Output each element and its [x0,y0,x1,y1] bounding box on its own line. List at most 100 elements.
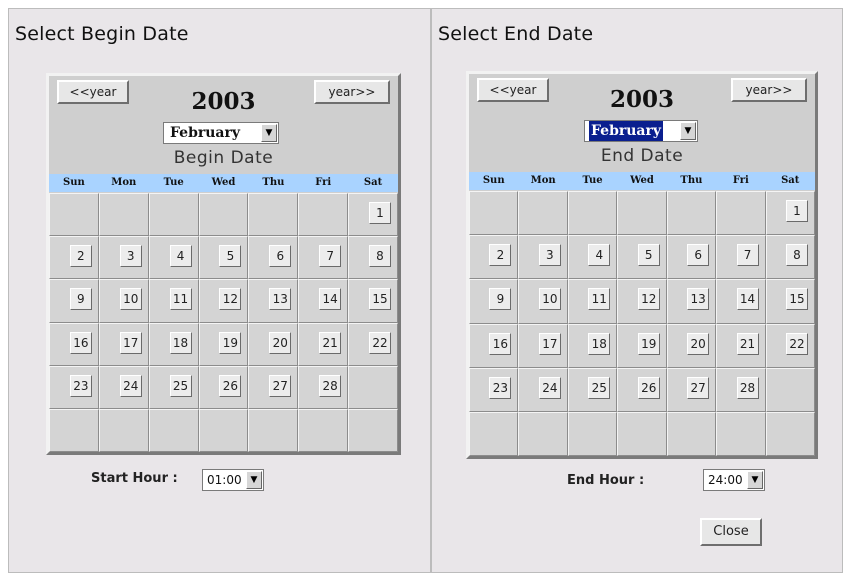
day-cell [348,365,398,409]
day-button[interactable]: 22 [785,332,808,355]
day-button[interactable]: 7 [736,244,759,267]
day-cell: 28 [298,365,349,409]
day-cell: 27 [666,367,717,412]
start-hour-select[interactable]: 01:00 ▼ [202,469,264,491]
chevron-down-icon[interactable]: ▼ [246,471,262,489]
end-month-value: February [589,121,664,141]
day-button[interactable]: 26 [219,374,242,397]
close-button[interactable]: Close [700,518,762,546]
day-button[interactable]: 19 [219,331,242,354]
day-cell [248,408,299,452]
day-button[interactable]: 24 [538,376,561,399]
day-button[interactable]: 27 [687,376,710,399]
day-button[interactable]: 9 [489,288,512,311]
chevron-down-icon[interactable]: ▼ [261,124,277,142]
day-cell: 5 [198,236,249,280]
day-cell: 22 [348,322,398,366]
day-cell: 25 [567,367,618,412]
day-button[interactable]: 25 [588,376,611,399]
day-button[interactable]: 2 [489,244,512,267]
day-button[interactable]: 14 [319,288,342,311]
day-button[interactable]: 21 [319,331,342,354]
chevron-down-icon[interactable]: ▼ [680,122,696,140]
day-button[interactable]: 17 [538,332,561,355]
day-cell: 9 [49,279,99,323]
day-button[interactable]: 21 [736,332,759,355]
day-button[interactable]: 19 [637,332,660,355]
end-day-grid: 1 2 3 4 5 6 7 8 9 10 11 12 13 14 15 16 17 18 19 20 21 22 23 24 2… [469,191,815,456]
day-button[interactable]: 10 [538,288,561,311]
weekday-label: Sun [482,175,505,186]
day-cell: 23 [469,367,519,412]
end-month-select[interactable]: February ▼ [584,120,698,142]
begin-next-year-button[interactable]: year>> [314,80,390,104]
day-button[interactable]: 28 [319,374,342,397]
weekday-label: Sun [63,177,85,188]
day-cell: 6 [248,236,299,280]
day-button[interactable]: 12 [219,288,242,311]
day-cell: 20 [666,323,717,368]
day-cell [298,408,349,452]
day-cell: 12 [198,279,249,323]
chevron-down-icon[interactable]: ▼ [747,471,763,489]
day-button[interactable]: 24 [119,374,142,397]
day-button[interactable]: 25 [169,374,192,397]
day-cell: 13 [666,279,717,324]
day-button[interactable]: 7 [319,245,342,268]
day-button[interactable]: 9 [69,288,92,311]
day-cell: 14 [716,279,766,324]
day-button[interactable]: 2 [69,245,92,268]
day-button[interactable]: 14 [736,288,759,311]
day-button[interactable]: 28 [736,376,759,399]
day-button[interactable]: 23 [69,374,92,397]
day-cell [666,411,717,456]
day-button[interactable]: 11 [169,288,192,311]
day-button[interactable]: 17 [119,331,142,354]
day-button[interactable]: 23 [489,376,512,399]
day-cell: 19 [617,323,667,368]
day-button[interactable]: 6 [269,245,292,268]
day-cell [765,411,815,456]
day-button[interactable]: 5 [637,244,660,267]
day-button[interactable]: 8 [785,244,808,267]
day-button[interactable]: 26 [637,376,660,399]
day-button[interactable]: 11 [588,288,611,311]
weekday-label: Wed [211,177,236,188]
day-button[interactable]: 13 [687,288,710,311]
end-next-year-button[interactable]: year>> [731,78,807,102]
day-button[interactable]: 20 [687,332,710,355]
day-button[interactable]: 4 [169,245,192,268]
day-button[interactable]: 27 [269,374,292,397]
day-cell [298,193,349,237]
day-button[interactable]: 13 [269,288,292,311]
end-date-panel: Select End Date <<year 2003 year>> Febru… [431,8,843,573]
day-button[interactable]: 20 [269,331,292,354]
day-cell [666,191,717,236]
day-button[interactable]: 16 [489,332,512,355]
day-button[interactable]: 18 [588,332,611,355]
day-button[interactable]: 22 [369,331,391,354]
day-button[interactable]: 4 [588,244,611,267]
day-button[interactable]: 15 [785,288,808,311]
day-button[interactable]: 1 [785,200,808,222]
end-calendar-header: <<year 2003 year>> February ▼ End Date [469,74,815,188]
day-cell [148,193,199,237]
day-button[interactable]: 8 [369,245,391,268]
day-cell: 1 [765,191,815,236]
day-button[interactable]: 12 [637,288,660,311]
day-button[interactable]: 3 [538,244,561,267]
end-hour-select[interactable]: 24:00 ▼ [703,469,765,491]
day-cell [567,411,618,456]
day-button[interactable]: 3 [119,245,142,268]
day-button[interactable]: 6 [687,244,710,267]
day-button[interactable]: 10 [119,288,142,311]
day-button[interactable]: 15 [369,288,391,311]
day-button[interactable]: 1 [369,202,391,224]
day-button[interactable]: 16 [69,331,92,354]
day-button[interactable]: 18 [169,331,192,354]
day-button[interactable]: 5 [219,245,242,268]
begin-date-panel: Select Begin Date <<year 2003 year>> Feb… [8,8,431,573]
day-cell [348,408,398,452]
day-cell: 5 [617,235,667,280]
begin-month-select[interactable]: February ▼ [163,122,279,144]
